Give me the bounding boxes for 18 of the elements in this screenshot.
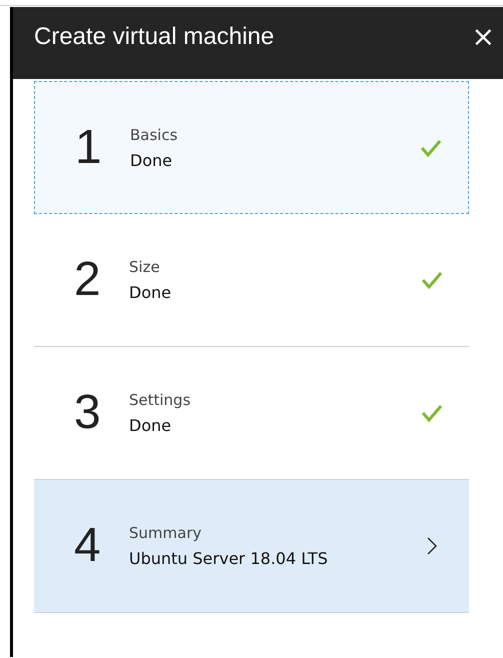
- step-number: 2: [74, 256, 102, 304]
- step-label: Size: [129, 257, 161, 278]
- checkmark-icon: [421, 269, 443, 291]
- checkmark-icon: [421, 402, 443, 424]
- step-number: 3: [74, 389, 102, 437]
- step-status: Done: [129, 415, 172, 437]
- step-label: Settings: [129, 390, 192, 411]
- step-status: Ubuntu Server 18.04 LTS: [129, 548, 329, 570]
- step-item[interactable]: 4 Summary Ubuntu Server 18.04 LTS: [34, 480, 469, 613]
- window-title: Create virtual machine: [34, 22, 274, 52]
- close-button[interactable]: ×: [468, 21, 499, 53]
- step-item[interactable]: 1 Basics Done: [34, 81, 469, 214]
- step-number: 1: [75, 124, 103, 172]
- step-number: 4: [74, 522, 102, 570]
- step-status: Done: [130, 150, 174, 172]
- step-status: Done: [129, 282, 172, 304]
- step-label: Basics: [130, 124, 179, 146]
- step-label: Summary: [129, 523, 202, 544]
